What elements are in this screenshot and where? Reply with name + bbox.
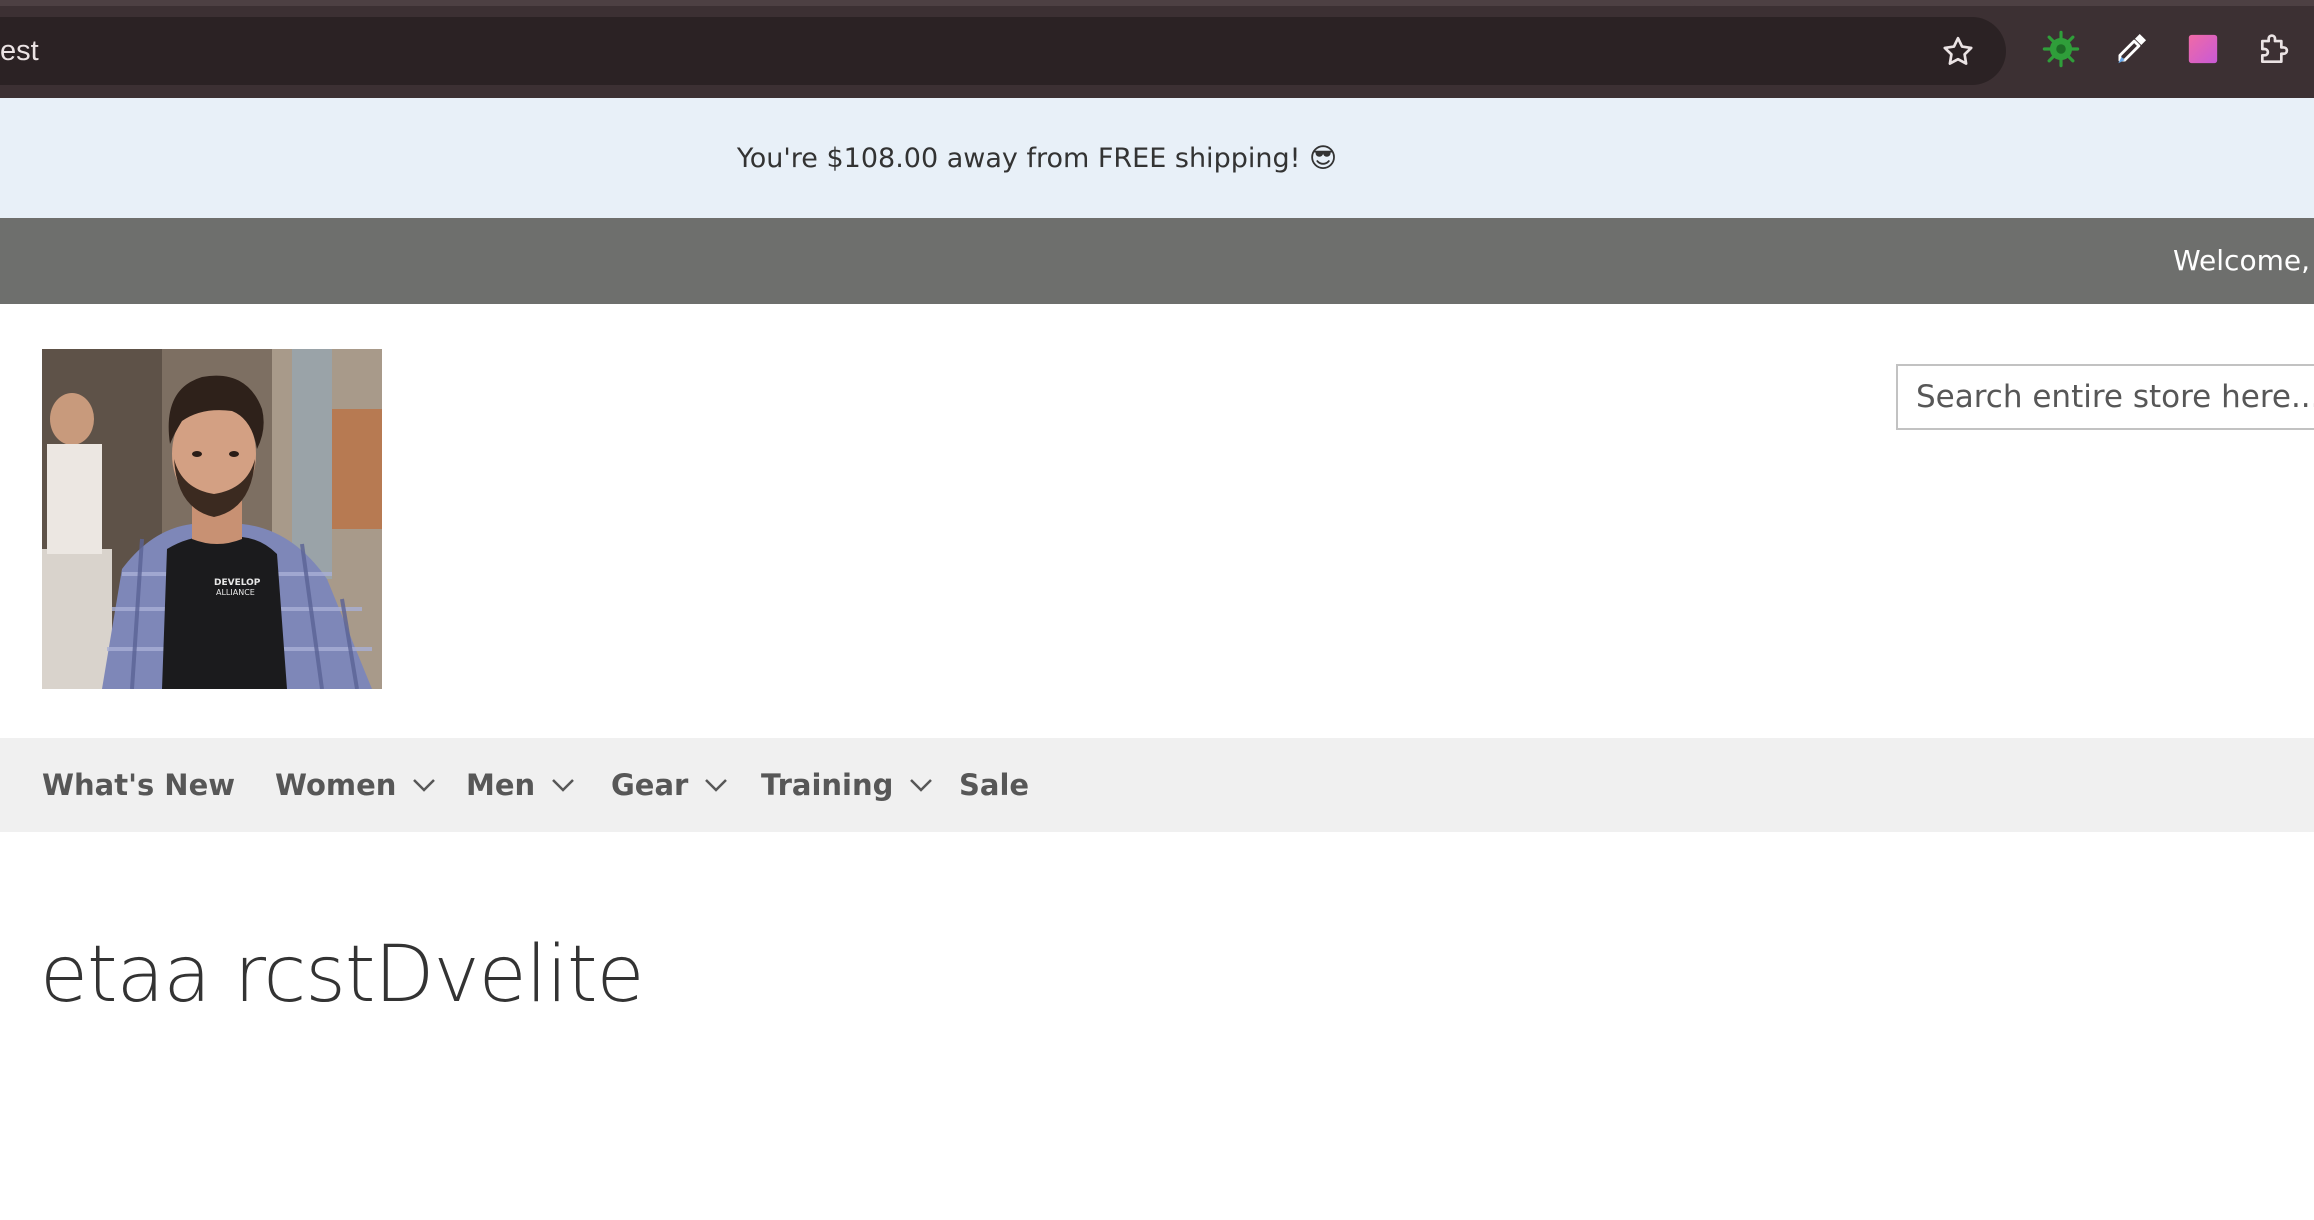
extensions-puzzle-icon[interactable] <box>2254 28 2296 70</box>
store-logo[interactable]: DEVELOP ALLIANCE <box>42 349 382 689</box>
browser-toolbar: est <box>0 0 2314 98</box>
bug-extension-icon[interactable] <box>2040 28 2082 70</box>
nav-item-label: Gear <box>611 768 689 802</box>
nav-item-label: Sale <box>959 768 1030 802</box>
nav-item-training[interactable]: Training <box>761 738 933 832</box>
nav-item-label: Training <box>761 768 894 802</box>
address-bar[interactable]: est <box>0 17 2006 85</box>
main-navigation: What's New Women Men Gear Training Sale <box>0 738 2314 832</box>
nav-item-sale[interactable]: Sale <box>959 738 1029 832</box>
header-panel: Welcome, g <box>0 218 2314 304</box>
free-shipping-banner: You're $108.00 away from FREE shipping! … <box>0 98 2314 218</box>
nav-item-label: Men <box>466 768 536 802</box>
chevron-down-icon <box>552 779 575 792</box>
chevron-down-icon <box>910 779 933 792</box>
store-logo-photo: DEVELOP ALLIANCE <box>42 349 382 689</box>
nav-item-label: What's New <box>42 768 236 802</box>
chevron-down-icon <box>705 779 728 792</box>
nav-item-label: Women <box>275 768 397 802</box>
color-gradient-extension-icon[interactable] <box>2182 28 2224 70</box>
nav-item-women[interactable]: Women <box>275 738 436 832</box>
nav-item-gear[interactable]: Gear <box>611 738 728 832</box>
svg-text:ALLIANCE: ALLIANCE <box>216 588 255 597</box>
nav-item-whats-new[interactable]: What's New <box>42 738 235 832</box>
bookmark-star-icon[interactable] <box>1940 34 1976 70</box>
tab-strip <box>0 0 1700 6</box>
search-input[interactable] <box>1896 364 2314 430</box>
eyedropper-extension-icon[interactable] <box>2110 28 2152 70</box>
chevron-down-icon <box>413 779 436 792</box>
tab-strip-right <box>1690 0 2314 6</box>
welcome-message: Welcome, g <box>2173 244 2314 277</box>
free-shipping-message: You're $108.00 away from FREE shipping! … <box>736 142 1338 174</box>
nav-item-men[interactable]: Men <box>466 738 575 832</box>
address-bar-text[interactable]: est <box>0 17 39 85</box>
page-title: etaa rcstDvelite <box>40 930 645 1021</box>
svg-text:DEVELOP: DEVELOP <box>214 578 261 588</box>
